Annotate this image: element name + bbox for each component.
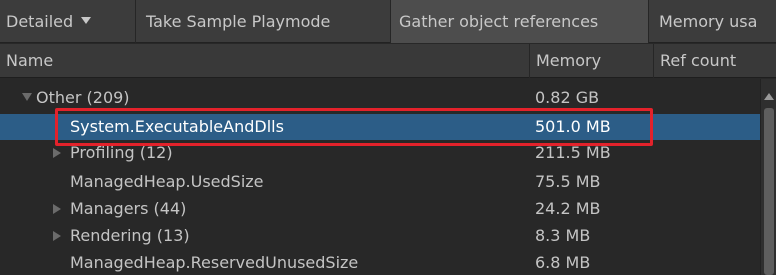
tree-row-managedheap-reservedunusedsize[interactable]: ManagedHeap.ReservedUnusedSize 6.8 MB <box>0 250 760 275</box>
column-name-header[interactable]: Name <box>0 44 530 78</box>
row-memory: 211.5 MB <box>535 143 611 162</box>
row-memory: 0.82 GB <box>535 88 600 107</box>
tree-expanded-icon[interactable] <box>22 93 32 101</box>
take-sample-button[interactable]: Take Sample Playmode <box>136 0 391 43</box>
tree-collapsed-icon[interactable] <box>53 204 61 214</box>
row-name: ManagedHeap.UsedSize <box>70 172 264 191</box>
tree-row-system-executable[interactable]: System.ExecutableAndDlls 501.0 MB <box>0 114 760 140</box>
view-mode-dropdown[interactable]: Detailed <box>0 0 136 43</box>
scroll-up-icon[interactable] <box>764 93 774 100</box>
row-name: ManagedHeap.ReservedUnusedSize <box>70 253 359 272</box>
tree-row-other[interactable]: Other (209) 0.82 GB <box>0 85 760 111</box>
tree-row-rendering[interactable]: Rendering (13) 8.3 MB <box>0 223 760 249</box>
dropdown-caret-icon <box>81 17 92 24</box>
row-name: Managers (44) <box>70 199 187 218</box>
row-memory: 8.3 MB <box>535 226 591 245</box>
tree-row-managedheap-usedsize[interactable]: ManagedHeap.UsedSize 75.5 MB <box>0 169 760 195</box>
tree-row-managers[interactable]: Managers (44) 24.2 MB <box>0 196 760 222</box>
column-ref-count-header[interactable]: Ref count <box>654 44 776 78</box>
memory-tree: Other (209) 0.82 GB System.ExecutableAnd… <box>0 79 776 275</box>
tree-collapsed-icon[interactable] <box>53 231 61 241</box>
row-memory: 501.0 MB <box>535 117 611 136</box>
row-name: System.ExecutableAndDlls <box>70 117 284 136</box>
tree-collapsed-icon[interactable] <box>53 148 61 158</box>
row-memory: 75.5 MB <box>535 172 601 191</box>
row-memory: 24.2 MB <box>535 199 601 218</box>
gather-object-references-toggle[interactable]: Gather object references <box>391 0 649 43</box>
column-memory-header[interactable]: Memory <box>530 44 654 78</box>
row-name: Other (209) <box>36 88 130 107</box>
memory-usage-button[interactable]: Memory usa <box>649 0 776 43</box>
vertical-scrollbar[interactable] <box>760 79 776 275</box>
column-header: Name Memory Ref count <box>0 44 776 78</box>
row-memory: 6.8 MB <box>535 253 591 272</box>
tree-row-profiling[interactable]: Profiling (12) 211.5 MB <box>0 140 760 166</box>
view-mode-label: Detailed <box>6 12 74 31</box>
profiler-toolbar: Detailed Take Sample Playmode Gather obj… <box>0 0 776 43</box>
row-name: Profiling (12) <box>70 143 173 162</box>
row-name: Rendering (13) <box>70 226 190 245</box>
scrollbar-thumb[interactable] <box>764 108 774 275</box>
